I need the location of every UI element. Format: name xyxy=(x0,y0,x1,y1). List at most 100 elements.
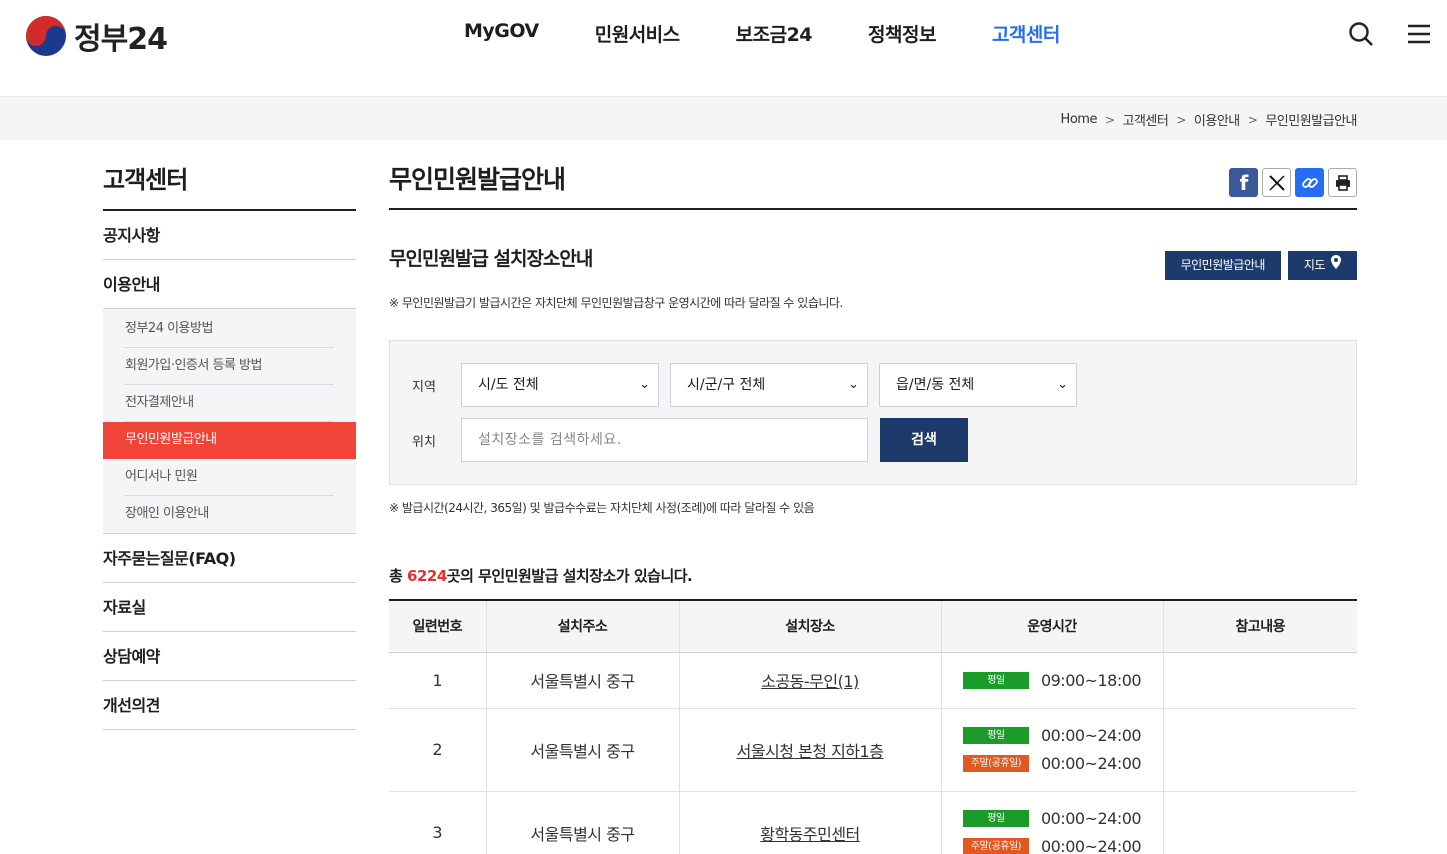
fee-note: ※ 발급시간(24시간, 365일) 및 발급수수료는 자치단체 사정(조례)에… xyxy=(389,501,815,515)
place-link[interactable]: 서울시청 본청 지하1층 xyxy=(737,742,884,761)
main-nav: MyGOV 민원서비스 보조금24 정책정보 고객센터 xyxy=(464,20,1060,47)
nav-civil-service[interactable]: 민원서비스 xyxy=(595,20,680,47)
chevron-right-icon: > xyxy=(1104,112,1115,127)
sidebar-item-feedback[interactable]: 개선의견 xyxy=(103,681,356,730)
total-count-text: 총 6224곳의 무인민원발급 설치장소가 있습니다. xyxy=(389,565,693,586)
cell-no: 1 xyxy=(389,652,487,709)
cell-address: 서울특별시 중구 xyxy=(486,708,680,792)
nav-subsidy24[interactable]: 보조금24 xyxy=(736,20,813,47)
sido-select[interactable]: 시/도 전체 ⌄ xyxy=(461,363,659,407)
chevron-right-icon: > xyxy=(1176,112,1186,127)
x-twitter-icon[interactable] xyxy=(1262,168,1291,197)
location-search-input[interactable]: 설치장소를 검색하세요. xyxy=(461,418,868,462)
hours-time: 00:00~24:00 xyxy=(1040,809,1142,828)
nav-customer-center[interactable]: 고객센터 xyxy=(992,20,1060,47)
breadcrumb-bar: Home > 고객센터 > 이용안내 > 무인민원발급안내 xyxy=(0,96,1447,140)
breadcrumb-customer-center[interactable]: 고객센터 xyxy=(1123,110,1169,129)
hours-time: 09:00~18:00 xyxy=(1040,670,1142,690)
eupmyeondong-select-value: 읍/면/동 전체 xyxy=(896,377,975,393)
sidebar-sub-item-how-to-use[interactable]: 정부24 이용방법 xyxy=(125,311,334,348)
col-header-place: 설치장소 xyxy=(679,600,942,653)
page-title-row: 무인민원발급안내 f xyxy=(389,160,1357,210)
menu-icon[interactable] xyxy=(1405,20,1433,48)
kiosk-guide-button[interactable]: 무인민원발급안내 xyxy=(1164,251,1281,280)
sidebar-item-notice[interactable]: 공지사항 xyxy=(103,211,356,260)
place-link[interactable]: 황학동주민센터 xyxy=(760,825,860,844)
sidebar-item-faq[interactable]: 자주묻는질문(FAQ) xyxy=(103,534,356,583)
share-buttons: f xyxy=(1229,168,1357,197)
site-header: 정부24 MyGOV 민원서비스 보조금24 정책정보 고객센터 xyxy=(0,0,1447,96)
col-header-note: 참고내용 xyxy=(1163,600,1357,653)
sidebar-sub-item-accessibility[interactable]: 장애인 이용안내 xyxy=(125,496,334,533)
col-header-address: 설치주소 xyxy=(486,600,680,653)
total-prefix: 총 xyxy=(389,567,408,585)
table-row: 1 서울특별시 중구 소공동-무인(1) 평일 09:00~18:00 xyxy=(389,652,1357,709)
cell-place: 서울시청 본청 지하1층 xyxy=(679,708,942,792)
weekend-badge: 주말(공휴일) xyxy=(962,838,1029,854)
table-row: 2 서울특별시 중구 서울시청 본청 지하1층 평일 00:00~24:00 주말… xyxy=(389,708,1357,792)
breadcrumb-usage-guide[interactable]: 이용안내 xyxy=(1194,110,1240,129)
sidebar-sub-item-payment[interactable]: 전자결제안내 xyxy=(125,385,334,422)
place-link[interactable]: 소공동-무인(1) xyxy=(761,672,859,691)
col-header-no: 일련번호 xyxy=(389,600,487,653)
taegeuk-logo-icon xyxy=(26,16,66,56)
cell-address: 서울특별시 중구 xyxy=(486,791,680,854)
sido-select-value: 시/도 전체 xyxy=(478,377,539,393)
nav-policy-info[interactable]: 정책정보 xyxy=(868,20,936,47)
header-icons xyxy=(1347,20,1433,48)
weekday-badge: 평일 xyxy=(962,810,1029,827)
map-button-label: 지도 xyxy=(1303,258,1326,272)
sidebar-title: 고객센터 xyxy=(103,160,356,211)
link-copy-icon[interactable] xyxy=(1295,168,1324,197)
map-button[interactable]: 지도 xyxy=(1287,251,1357,280)
section-title: 무인민원발급 설치장소안내 xyxy=(389,248,593,270)
search-icon[interactable] xyxy=(1347,20,1375,48)
search-panel: 지역 시/도 전체 ⌄ 시/군/구 전체 ⌄ 읍/면/동 전체 ⌄ 위치 설치장… xyxy=(389,340,1357,485)
cell-note xyxy=(1163,652,1357,709)
cell-hours: 평일 09:00~18:00 xyxy=(941,652,1164,709)
sidebar-sub-item-signup-cert[interactable]: 회원가입·인증서 등록 방법 xyxy=(125,348,334,385)
kiosk-table: 일련번호 설치주소 설치장소 운영시간 참고내용 1 서울특별시 중구 소공동-… xyxy=(389,599,1357,854)
map-pin-icon xyxy=(1331,251,1341,280)
chevron-down-icon: ⌄ xyxy=(1057,377,1068,392)
cell-place: 소공동-무인(1) xyxy=(679,652,942,709)
col-header-hours: 운영시간 xyxy=(941,600,1164,653)
sigungu-select-value: 시/군/구 전체 xyxy=(687,377,766,393)
cell-place: 황학동주민센터 xyxy=(679,791,942,854)
sidebar-sub-item-kiosk-guide[interactable]: 무인민원발급안내 xyxy=(103,422,356,459)
kiosk-hours-note: ※ 무인민원발급기 발급시간은 자치단체 무인민원발급창구 운영시간에 따라 달… xyxy=(389,296,843,310)
print-icon[interactable] xyxy=(1328,168,1357,197)
eupmyeondong-select[interactable]: 읍/면/동 전체 ⌄ xyxy=(879,363,1077,407)
sidebar-item-reservation[interactable]: 상담예약 xyxy=(103,632,356,681)
hours-time: 00:00~24:00 xyxy=(1040,754,1142,773)
table-row: 3 서울특별시 중구 황학동주민센터 평일 00:00~24:00 주말(공휴일)… xyxy=(389,791,1357,854)
sidebar-item-library[interactable]: 자료실 xyxy=(103,583,356,632)
breadcrumb-current: 무인민원발급안내 xyxy=(1265,114,1357,129)
cell-hours: 평일 00:00~24:00 주말(공휴일) 00:00~24:00 xyxy=(941,791,1164,854)
total-count: 6224 xyxy=(407,567,447,585)
facebook-icon[interactable]: f xyxy=(1229,168,1258,197)
weekday-badge: 평일 xyxy=(962,671,1029,689)
hours-time: 00:00~24:00 xyxy=(1040,837,1142,854)
cell-note xyxy=(1163,791,1357,854)
cell-no: 3 xyxy=(389,791,487,854)
site-logo[interactable]: 정부24 xyxy=(26,14,168,58)
chevron-right-icon: > xyxy=(1247,112,1258,127)
sidebar-submenu: 정부24 이용방법 회원가입·인증서 등록 방법 전자결제안내 무인민원발급안내… xyxy=(103,309,356,534)
weekend-badge: 주말(공휴일) xyxy=(962,755,1029,772)
breadcrumb-home[interactable]: Home xyxy=(1061,112,1098,127)
cell-no: 2 xyxy=(389,708,487,792)
cell-hours: 평일 00:00~24:00 주말(공휴일) 00:00~24:00 xyxy=(941,708,1164,792)
main-content: 무인민원발급안내 f 무인민원발급 설치장소안내 무인민원발급안내 지도 ※ 무… xyxy=(389,160,1357,854)
breadcrumb: Home > 고객센터 > 이용안내 > 무인민원발급안내 xyxy=(1061,110,1358,129)
sidebar-sub-item-anywhere[interactable]: 어디서나 민원 xyxy=(125,459,334,496)
cell-note xyxy=(1163,708,1357,792)
chevron-down-icon: ⌄ xyxy=(848,377,859,392)
sigungu-select[interactable]: 시/군/구 전체 ⌄ xyxy=(670,363,868,407)
weekday-badge: 평일 xyxy=(962,727,1029,744)
sidebar: 고객센터 공지사항 이용안내 정부24 이용방법 회원가입·인증서 등록 방법 … xyxy=(103,160,356,730)
nav-mygov[interactable]: MyGOV xyxy=(464,20,539,47)
total-suffix: 곳의 무인민원발급 설치장소가 있습니다. xyxy=(446,567,693,585)
search-button[interactable]: 검색 xyxy=(880,418,968,462)
sidebar-item-usage-guide[interactable]: 이용안내 xyxy=(103,260,356,309)
